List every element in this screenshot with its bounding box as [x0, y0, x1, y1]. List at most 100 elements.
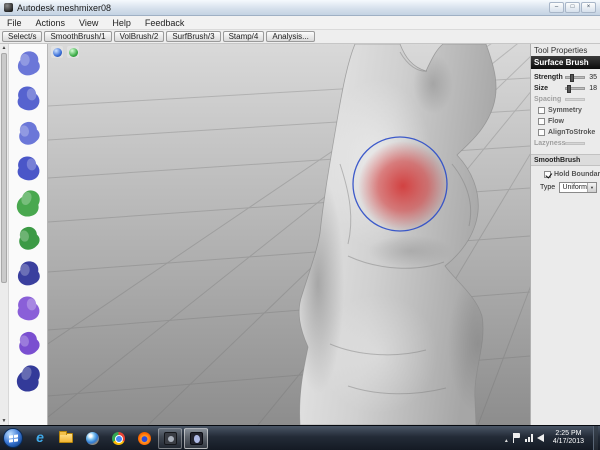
shader-green-sphere-icon[interactable] [67, 46, 79, 58]
clock[interactable]: 2:25 PM 4/17/2013 [548, 430, 589, 446]
taskbar-item-image-viewer[interactable] [158, 427, 182, 449]
mesh-thumbnail[interactable] [11, 291, 46, 326]
viewport-toolbar [51, 46, 79, 58]
mesh-thumbnail[interactable] [11, 221, 46, 256]
strength-thumb[interactable] [570, 74, 575, 82]
folder-icon [59, 431, 73, 443]
maximize-button[interactable] [565, 2, 580, 13]
start-button[interactable] [3, 428, 23, 448]
lazyness-slider: Lazyness [534, 138, 597, 149]
volume-icon[interactable] [536, 434, 544, 442]
system-tray: 2:25 PM 4/17/2013 [504, 425, 598, 450]
brush-highlight [358, 141, 448, 231]
tool-properties-panel: Tool Properties Surface Brush Strength 3… [530, 44, 600, 425]
symmetry-checkbox-row[interactable]: Symmetry [534, 105, 597, 116]
library-items [9, 44, 47, 425]
tool-tabbar: Select/s SmoothBrush/1 VolBrush/2 SurfBr… [0, 30, 600, 44]
taskbar-item-windows-explorer[interactable] [54, 428, 78, 449]
windows-logo-icon [8, 433, 18, 443]
menu-view[interactable]: View [72, 18, 105, 28]
menubar: File Actions View Help Feedback [0, 16, 600, 30]
clock-time: 2:25 PM [555, 430, 582, 437]
clock-date: 4/17/2013 [552, 438, 584, 445]
strength-label: Strength [534, 74, 563, 81]
taskbar: 2:25 PM 4/17/2013 [0, 425, 600, 450]
symmetry-checkbox[interactable] [538, 107, 545, 114]
tab-smoothbrush[interactable]: SmoothBrush/1 [44, 31, 112, 42]
internet-explorer-icon [36, 429, 44, 447]
hidden-icons-arrow-icon[interactable] [504, 429, 509, 447]
taskbar-item-internet-explorer[interactable] [28, 428, 52, 449]
flow-checkbox[interactable] [538, 118, 545, 125]
spacing-slider: Spacing [534, 94, 597, 105]
media-player-icon [85, 431, 99, 445]
mesh-thumbnail[interactable] [11, 116, 46, 151]
spacing-track [565, 98, 585, 101]
strength-track[interactable] [565, 74, 585, 82]
size-value: 18 [589, 85, 597, 92]
tab-surfbrush[interactable]: SurfBrush/3 [166, 31, 221, 42]
scroll-down-icon[interactable] [0, 418, 8, 424]
taskbar-item-chrome[interactable] [106, 428, 130, 449]
chrome-icon [111, 431, 125, 445]
size-track[interactable] [565, 85, 585, 93]
tab-analysis[interactable]: Analysis... [266, 31, 315, 42]
flow-checkbox-row[interactable]: Flow [534, 116, 597, 127]
mesh-thumbnail[interactable] [11, 186, 46, 221]
viewport-canvas [48, 44, 530, 425]
strength-value: 35 [589, 74, 597, 81]
smoothbrush-section-header: SmoothBrush [531, 154, 600, 166]
network-icon[interactable] [524, 434, 533, 442]
show-desktop-button[interactable] [593, 425, 598, 450]
mesh-thumbnail[interactable] [11, 256, 46, 291]
parts-library-panel [0, 44, 48, 425]
shader-blue-sphere-icon[interactable] [51, 46, 63, 58]
taskbar-item-media-player[interactable] [80, 428, 104, 449]
mesh-thumbnail[interactable] [11, 46, 46, 81]
hold-boundary-label: Hold Boundary [554, 171, 600, 178]
library-scrollbar[interactable] [0, 44, 9, 425]
3d-viewport[interactable] [48, 44, 530, 425]
menu-actions[interactable]: Actions [29, 18, 73, 28]
firefox-icon [137, 431, 151, 445]
lazyness-track [565, 142, 585, 145]
titlebar: Autodesk meshmixer08 [0, 0, 600, 16]
flow-label: Flow [548, 118, 564, 125]
spacing-label: Spacing [534, 96, 562, 103]
image-viewer-icon [163, 431, 177, 445]
window-title: Autodesk meshmixer08 [17, 2, 112, 13]
mesh-thumbnail[interactable] [11, 151, 46, 186]
size-label: Size [534, 85, 549, 92]
hold-boundary-checkbox-row[interactable]: Hold Boundary [534, 169, 600, 180]
menu-feedback[interactable]: Feedback [138, 18, 192, 28]
tab-select[interactable]: Select/s [2, 31, 43, 42]
size-thumb[interactable] [567, 85, 572, 93]
type-dropdown-value: Uniform [562, 184, 587, 191]
aligntostroke-checkbox-row[interactable]: AlignToStroke [534, 127, 597, 138]
tab-volbrush[interactable]: VolBrush/2 [113, 31, 165, 42]
taskbar-item-meshmixer[interactable] [184, 427, 208, 449]
mesh-thumbnail[interactable] [11, 361, 46, 396]
menu-help[interactable]: Help [105, 18, 138, 28]
type-dropdown[interactable]: Uniform [559, 182, 597, 193]
size-slider[interactable]: Size 18 [534, 83, 597, 94]
type-dropdown-row: Type Uniform [534, 182, 597, 193]
aligntostroke-checkbox[interactable] [538, 129, 545, 136]
close-button[interactable] [581, 2, 596, 13]
menu-file[interactable]: File [0, 18, 29, 28]
action-center-flag-icon[interactable] [512, 433, 521, 443]
surface-brush-header: Surface Brush [531, 56, 600, 69]
symmetry-label: Symmetry [548, 107, 582, 114]
mesh-thumbnail[interactable] [11, 81, 46, 116]
meshmixer-icon [189, 431, 203, 445]
minimize-button[interactable] [549, 2, 564, 13]
hold-boundary-checkbox[interactable] [544, 171, 551, 178]
taskbar-item-firefox[interactable] [132, 428, 156, 449]
scroll-up-icon[interactable] [0, 45, 8, 51]
tab-stamp[interactable]: Stamp/4 [222, 31, 265, 42]
caption-buttons [549, 2, 596, 13]
lazyness-label: Lazyness [534, 140, 566, 147]
strength-slider[interactable]: Strength 35 [534, 72, 597, 83]
mesh-thumbnail[interactable] [11, 326, 46, 361]
scrollbar-thumb[interactable] [1, 53, 7, 283]
